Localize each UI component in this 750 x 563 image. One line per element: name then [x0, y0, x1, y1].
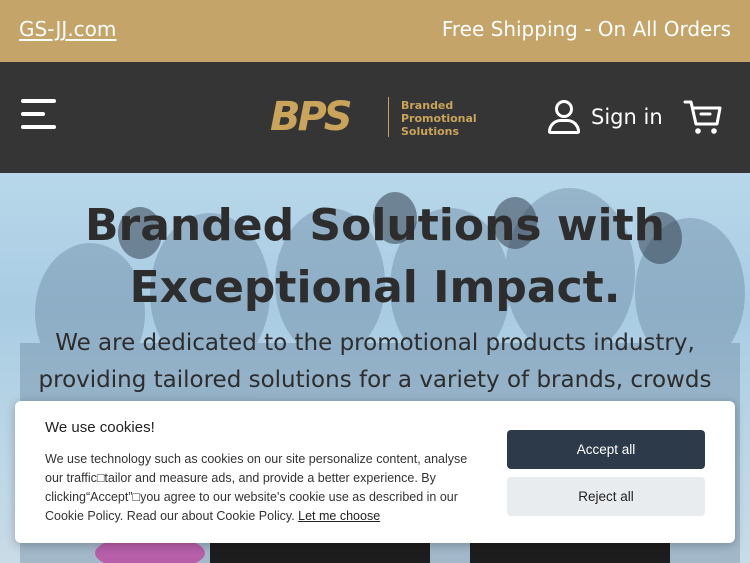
- hero-lead-line: We are dedicated to the promotional prod…: [55, 330, 695, 356]
- sign-in-button[interactable]: Sign in: [547, 98, 663, 136]
- hamburger-menu-icon[interactable]: [21, 99, 59, 133]
- free-shipping-text: Free Shipping - On All Orders: [441, 17, 731, 41]
- logo-tagline-line: Branded: [401, 99, 454, 112]
- bps-logo[interactable]: BPS Branded Promotional Solutions: [270, 93, 485, 141]
- hero-lead-line: providing tailored solutions for a varie…: [38, 367, 712, 393]
- cookie-message-text: We use technology such as cookies on our…: [45, 452, 468, 523]
- cookie-banner: We use cookies! We use technology such a…: [15, 401, 735, 543]
- cart-icon[interactable]: [683, 98, 723, 136]
- site-header: BPS Branded Promotional Solutions Sign i…: [0, 62, 750, 173]
- top-promo-bar: GS-JJ.com Free Shipping - On All Orders: [0, 0, 750, 62]
- sign-in-label: Sign in: [591, 105, 663, 129]
- logo-mark: BPS: [270, 94, 353, 140]
- cookie-title: We use cookies!: [45, 419, 155, 436]
- reject-all-button[interactable]: Reject all: [507, 477, 705, 516]
- accept-all-button[interactable]: Accept all: [507, 430, 705, 469]
- hero-title: Branded Solutions with Exceptional Impac…: [20, 195, 730, 319]
- logo-tagline-line: Solutions: [401, 125, 460, 138]
- cookie-message: We use technology such as cookies on our…: [45, 450, 485, 526]
- logo-tagline: Branded Promotional Solutions: [401, 99, 491, 138]
- logo-divider: [388, 97, 389, 137]
- hero-title-line: Branded Solutions with: [85, 200, 665, 251]
- site-link[interactable]: GS-JJ.com: [19, 17, 116, 41]
- hero-title-line: Exceptional Impact.: [129, 262, 621, 313]
- user-icon: [547, 99, 581, 135]
- hero-lead: We are dedicated to the promotional prod…: [10, 325, 740, 399]
- logo-tagline-line: Promotional: [401, 112, 477, 125]
- let-me-choose-link[interactable]: Let me choose: [298, 509, 380, 523]
